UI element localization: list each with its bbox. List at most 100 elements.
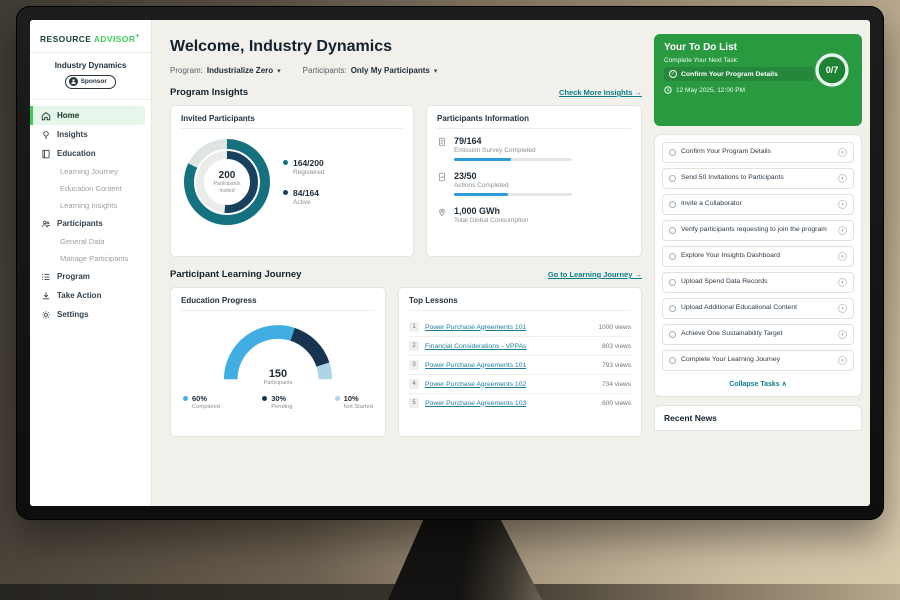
task-row[interactable]: Confirm Your Program Details › (662, 142, 854, 163)
lesson-rank: 1 (409, 322, 419, 332)
task-checkbox[interactable] (669, 149, 676, 156)
sidebar-item-home[interactable]: Home (30, 106, 145, 125)
sidebar-item-label: Education (57, 149, 96, 158)
program-filter-label: Program: (170, 66, 203, 75)
learning-journey-title: Participant Learning Journey (170, 269, 301, 280)
sponsor-badge[interactable]: Sponsor (65, 75, 116, 89)
lesson-rank: 5 (409, 398, 419, 408)
sidebar-item-manage-participants[interactable]: Manage Participants (30, 250, 151, 267)
sidebar-item-insights[interactable]: Insights (30, 125, 151, 144)
chevron-right-icon[interactable]: › (838, 252, 847, 261)
pending-label: Pending (271, 404, 292, 410)
chevron-right-icon[interactable]: › (838, 200, 847, 209)
sidebar-item-settings[interactable]: Settings (30, 305, 151, 324)
sidebar-item-general-data[interactable]: General Data (30, 233, 151, 250)
task-label: Explore Your Insights Dashboard (681, 252, 833, 261)
lesson-link[interactable]: Power Purchase Agreements 101 (425, 362, 596, 369)
education-progress-card: Education Progress 150 Participants (170, 287, 386, 437)
program-filter[interactable]: Program: Industrialize Zero ▾ (170, 66, 281, 75)
active-value: 84/164 (293, 188, 319, 198)
sidebar-item-label: Settings (57, 310, 89, 319)
sidebar-item-learning-journey[interactable]: Learning Journey (30, 163, 151, 180)
actions-label: Actions Completed (454, 182, 572, 189)
sidebar-item-program[interactable]: Program (30, 267, 151, 286)
lesson-link[interactable]: Power Purchase Agreements 103 (425, 400, 596, 407)
participants-filter-label: Participants: (303, 66, 347, 75)
todo-tasks-card: Confirm Your Program Details › Send 50 I… (654, 134, 862, 397)
check-more-insights-link[interactable]: Check More Insights → (559, 88, 642, 97)
sidebar-item-participants[interactable]: Participants (30, 214, 151, 233)
legend-registered: 164/200 Registered (283, 158, 324, 176)
lesson-row: 1 Power Purchase Agreements 101 1000 vie… (409, 318, 631, 337)
emission-survey-stat: 79/164 Emission Survey Completed (437, 136, 631, 161)
task-label: Upload Additional Educational Content (681, 304, 833, 313)
task-row[interactable]: Upload Additional Educational Content › (662, 298, 854, 319)
next-task-row[interactable]: ✓ Confirm Your Program Details (664, 67, 814, 81)
chevron-right-icon[interactable]: › (838, 226, 847, 235)
active-label: Active (293, 199, 319, 206)
filters-row: Program: Industrialize Zero ▾ Participan… (170, 66, 642, 75)
sidebar-item-education[interactable]: Education (30, 144, 151, 163)
emission-value: 79/164 (454, 136, 572, 146)
arrow-right-icon: → (635, 270, 643, 279)
consumption-value: 1,000 GWh (454, 206, 528, 216)
lesson-rank: 2 (409, 341, 419, 351)
consumption-stat: 1,000 GWh Total Global Consumption (437, 206, 631, 224)
todo-progress-value: 0/7 (812, 50, 852, 90)
task-row[interactable]: Invite a Collaborator › (662, 194, 854, 215)
task-row[interactable]: Achieve One Sustainability Target › (662, 324, 854, 345)
task-checkbox[interactable] (669, 357, 676, 364)
chevron-right-icon[interactable]: › (838, 356, 847, 365)
lesson-link[interactable]: Power Purchase Agreements 101 (425, 324, 592, 331)
task-checkbox[interactable] (669, 253, 676, 260)
chevron-right-icon[interactable]: › (838, 304, 847, 313)
info-card-title: Participants Information (437, 114, 631, 129)
check-circle-icon: ✓ (669, 70, 677, 78)
chevron-right-icon[interactable]: › (838, 278, 847, 287)
not-started-value: 10% (344, 394, 373, 403)
sidebar-item-label: Learning Journey (60, 167, 118, 176)
task-label: Invite a Collaborator (681, 200, 833, 209)
legend-dot (283, 160, 288, 165)
go-to-learning-journey-link[interactable]: Go to Learning Journey → (548, 270, 642, 279)
legend-dot (262, 396, 267, 401)
chevron-right-icon[interactable]: › (838, 330, 847, 339)
participants-filter[interactable]: Participants: Only My Participants ▾ (303, 66, 438, 75)
chevron-right-icon[interactable]: › (838, 148, 847, 157)
task-row[interactable]: Upload Spend Data Records › (662, 272, 854, 293)
collapse-tasks-link[interactable]: Collapse Tasks ∧ (662, 376, 854, 389)
task-row[interactable]: Send 50 Invitations to Participants › (662, 168, 854, 189)
task-checkbox[interactable] (669, 279, 676, 286)
task-checkbox[interactable] (669, 175, 676, 182)
logo-resource: RESOURCE (40, 34, 91, 44)
actions-completed-stat: 23/50 Actions Completed (437, 171, 631, 196)
invited-card-title: Invited Participants (181, 114, 403, 129)
lesson-link[interactable]: Power Purchase Agreements 102 (425, 381, 596, 388)
location-pin-icon (437, 207, 447, 217)
actions-progress-bar (454, 193, 572, 196)
sidebar-item-take-action[interactable]: Take Action (30, 286, 151, 305)
task-checkbox[interactable] (669, 227, 676, 234)
chevron-right-icon[interactable]: › (838, 174, 847, 183)
sidebar-item-education-content[interactable]: Education Content (30, 180, 151, 197)
monitor-stand (388, 516, 542, 600)
insights-cards-row: Invited Participants 200 Partic (170, 105, 642, 257)
task-row[interactable]: Explore Your Insights Dashboard › (662, 246, 854, 267)
sponsor-label: Sponsor (81, 78, 107, 85)
sidebar-item-learning-insights[interactable]: Learning Insights (30, 197, 151, 214)
lesson-views: 600 views (602, 400, 631, 407)
main-content: Welcome, Industry Dynamics Program: Indu… (152, 20, 654, 506)
task-row[interactable]: Complete Your Learning Journey › (662, 350, 854, 371)
task-row[interactable]: Verify participants requesting to join t… (662, 220, 854, 241)
task-checkbox[interactable] (669, 201, 676, 208)
lesson-views: 734 views (602, 381, 631, 388)
list-icon (41, 272, 51, 282)
task-checkbox[interactable] (669, 331, 676, 338)
journey-cards-row: Education Progress 150 Participants (170, 287, 642, 437)
task-checkbox[interactable] (669, 305, 676, 312)
completed-value: 60% (192, 394, 220, 403)
lesson-link[interactable]: Financial Considerations - VPPAs (425, 343, 596, 350)
education-card-title: Education Progress (181, 296, 375, 311)
consumption-label: Total Global Consumption (454, 217, 528, 224)
org-block: Industry Dynamics Sponsor (30, 53, 151, 101)
